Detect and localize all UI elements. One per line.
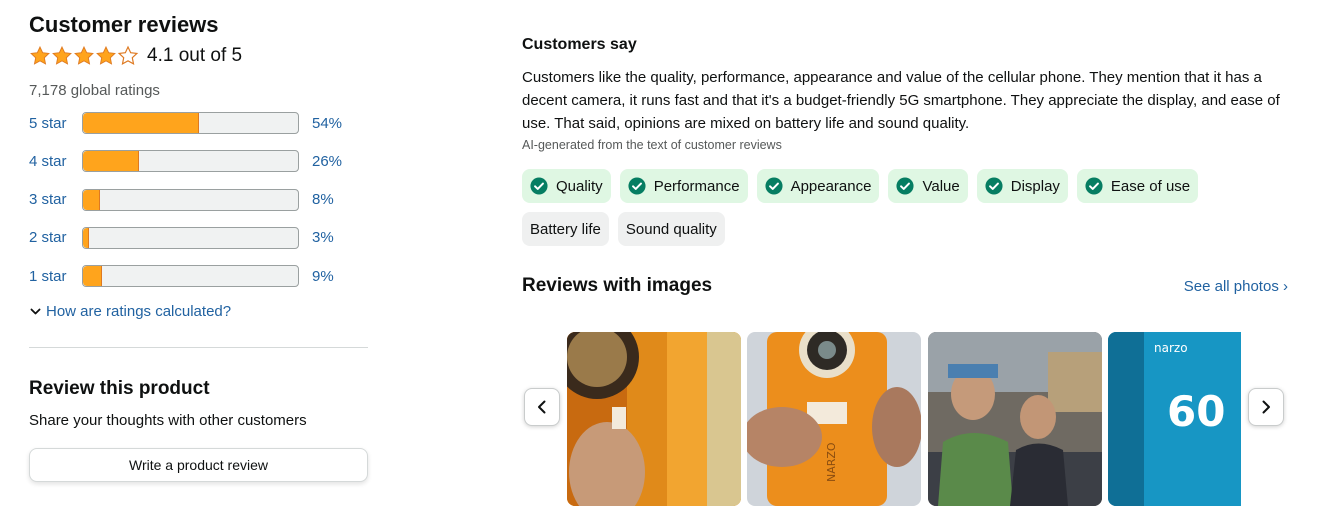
tag-performance[interactable]: Performance: [619, 169, 748, 203]
tag-label: Sound quality: [625, 220, 717, 238]
histogram-label[interactable]: 1 star: [29, 268, 82, 285]
tag-label: Battery life: [530, 220, 601, 238]
star-empty-icon: [117, 45, 139, 66]
reviews-with-images-title: Reviews with images: [522, 275, 713, 296]
histogram-bar[interactable]: [82, 112, 299, 134]
people-selfie-photo-icon: [928, 332, 1102, 506]
tag-label: Value: [922, 177, 960, 195]
tag-label: Display: [1010, 177, 1060, 195]
histogram-percent[interactable]: 8%: [312, 191, 334, 208]
check-circle-icon: [530, 177, 548, 195]
tag-display[interactable]: Display: [976, 169, 1068, 203]
thumbnail-brand-text: narzo: [1154, 341, 1188, 355]
see-all-photos-label[interactable]: See all photos: [1184, 278, 1279, 295]
review-image-thumbnail[interactable]: narzo 60: [1108, 332, 1241, 506]
rating-histogram: 5 star 54% 4 star 26% 3 star 8% 2 star 3…: [29, 112, 369, 288]
rating-text: 4.1 out of 5: [147, 45, 243, 66]
histogram-row-3-star[interactable]: 3 star 8%: [29, 188, 369, 211]
star-full-icon: [96, 45, 116, 65]
thumbnail-text: 60: [1167, 387, 1225, 436]
write-review-button[interactable]: Write a product review: [29, 448, 368, 483]
histogram-percent[interactable]: 54%: [312, 115, 342, 132]
histogram-bar[interactable]: [82, 150, 299, 173]
section-divider: [29, 347, 368, 349]
tag-quality[interactable]: Quality: [522, 169, 611, 203]
histogram-row-1-star[interactable]: 1 star 9%: [29, 265, 369, 288]
tag-label: Performance: [653, 177, 740, 195]
star-full-icon: [74, 45, 94, 65]
star-full-icon: [52, 45, 72, 65]
tag-label: Quality: [556, 177, 603, 195]
tag-label: Ease of use: [1110, 177, 1191, 195]
histogram-percent[interactable]: 9%: [312, 268, 334, 285]
star-rating: [29, 45, 139, 67]
customers-say-panel: Customers say Customers like the quality…: [522, 34, 1297, 297]
tag-battery-life[interactable]: Battery life: [522, 212, 609, 246]
check-circle-icon: [628, 177, 646, 195]
tag-ease-of-use[interactable]: Ease of use: [1076, 169, 1199, 203]
histogram-row-2-star[interactable]: 2 star 3%: [29, 226, 369, 249]
phone-box-photo-icon: narzo 60: [1108, 332, 1241, 506]
check-circle-icon: [765, 177, 783, 195]
histogram-row-4-star[interactable]: 4 star 26%: [29, 150, 369, 173]
ratings-panel: Customer reviews 4.1 out of 5 7,178 glob…: [29, 10, 369, 483]
review-image-thumbnail[interactable]: NARZO: [747, 332, 921, 506]
carousel-next-button[interactable]: [1248, 388, 1284, 426]
review-image-thumbnail[interactable]: [928, 332, 1102, 506]
how-ratings-calculated-link[interactable]: How are ratings calculated?: [29, 303, 369, 320]
histogram-bar-fill: [83, 227, 90, 248]
histogram-bar[interactable]: [82, 188, 299, 211]
histogram-bar-fill: [83, 113, 200, 133]
check-circle-icon: [896, 177, 915, 195]
histogram-bar[interactable]: [82, 265, 299, 288]
chevron-right-icon: [1262, 400, 1270, 414]
star-full-icon: [30, 45, 50, 65]
thumbnail-strip: NARZO narzo 60: [567, 332, 1241, 506]
histogram-bar-fill: [83, 189, 101, 210]
thumbnail-text: NARZO: [825, 442, 838, 482]
check-circle-icon: [985, 177, 1003, 195]
tag-label: Appearance: [790, 177, 872, 195]
average-rating[interactable]: 4.1 out of 5: [29, 43, 369, 69]
histogram-label[interactable]: 2 star: [29, 229, 82, 246]
customers-say-summary: Customers like the quality, performance,…: [522, 69, 1280, 132]
histogram-bar-fill: [83, 266, 103, 287]
aspect-tags: Quality Performance Appearance Value Dis…: [522, 169, 1282, 255]
reviews-with-images-header: Reviews with images See all photos ›: [522, 275, 1288, 297]
review-image-thumbnail[interactable]: [567, 332, 741, 506]
see-all-photos-link[interactable]: See all photos ›: [1184, 278, 1288, 295]
histogram-percent[interactable]: 26%: [312, 153, 342, 170]
phone-back-photo-icon: [567, 332, 741, 506]
ai-generated-note: AI-generated from the text of customer r…: [522, 138, 782, 152]
chevron-left-icon: [538, 400, 546, 414]
tag-value[interactable]: Value: [888, 169, 968, 203]
chevron-down-icon: [30, 309, 41, 315]
carousel-prev-button[interactable]: [524, 388, 560, 426]
how-ratings-calculated-label[interactable]: How are ratings calculated?: [46, 303, 231, 320]
check-circle-icon: [1085, 177, 1103, 195]
phone-camera-photo-icon: NARZO: [747, 332, 921, 506]
tag-sound-quality[interactable]: Sound quality: [617, 212, 725, 246]
tag-appearance[interactable]: Appearance: [756, 169, 880, 203]
histogram-label[interactable]: 3 star: [29, 191, 82, 208]
histogram-row-5-star[interactable]: 5 star 54%: [29, 112, 369, 134]
histogram-label[interactable]: 4 star: [29, 153, 82, 170]
global-ratings-count: 7,178 global ratings: [29, 82, 160, 99]
review-images-carousel: NARZO narzo 60: [522, 332, 1284, 506]
customers-say-title: Customers say: [522, 36, 637, 53]
review-product-subtitle: Share your thoughts with other customers: [29, 412, 307, 430]
histogram-bar-fill: [83, 151, 139, 172]
customer-reviews-title: Customer reviews: [29, 12, 219, 37]
histogram-label[interactable]: 5 star: [29, 115, 82, 132]
histogram-percent[interactable]: 3%: [312, 229, 334, 246]
histogram-bar[interactable]: [82, 226, 299, 249]
review-product-title: Review this product: [29, 378, 210, 400]
